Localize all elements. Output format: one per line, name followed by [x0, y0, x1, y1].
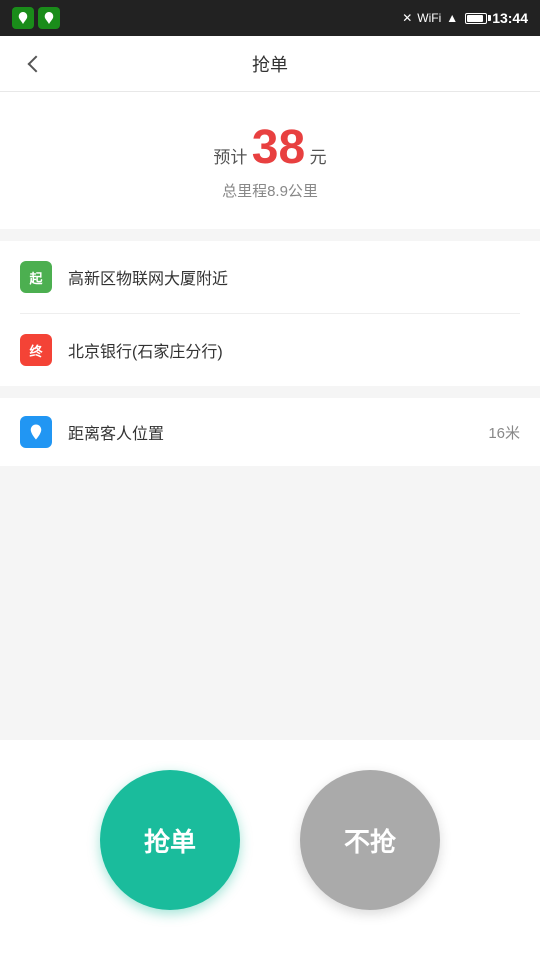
customer-distance-item: 距离客人位置 16米 — [0, 398, 540, 466]
signal-icon: ✕ — [402, 11, 412, 25]
header: 抢单 — [0, 36, 540, 92]
status-time: 13:44 — [492, 10, 528, 26]
price-unit: 元 — [310, 148, 327, 167]
app-icon-1 — [12, 7, 34, 29]
start-location-text: 高新区物联网大厦附近 — [68, 265, 520, 289]
app-icon-2 — [38, 7, 60, 29]
sim-icon: ▲ — [446, 11, 458, 25]
location-card: 起 高新区物联网大厦附近 终 北京银行(石家庄分行) — [0, 241, 540, 386]
start-icon: 起 — [20, 261, 52, 293]
location-icon — [20, 416, 52, 448]
battery-icon — [465, 13, 487, 24]
page-title: 抢单 — [252, 51, 288, 77]
end-location-text: 北京银行(石家庄分行) — [68, 338, 520, 362]
price-section: 预计 38 元 总里程8.9公里 — [0, 92, 540, 229]
price-label-prefix: 预计 — [213, 148, 247, 167]
customer-distance-label: 距离客人位置 — [68, 420, 488, 444]
reject-order-button[interactable]: 不抢 — [300, 770, 440, 910]
wifi-icon: WiFi — [417, 11, 441, 25]
total-distance: 总里程8.9公里 — [0, 180, 540, 201]
app-icons — [12, 7, 60, 29]
customer-distance-value: 16米 — [488, 422, 520, 443]
end-icon: 终 — [20, 334, 52, 366]
main-content: 预计 38 元 总里程8.9公里 起 高新区物联网大厦附近 终 北京银行(石家庄… — [0, 92, 540, 960]
price-row: 预计 38 元 — [0, 124, 540, 172]
end-location-item: 终 北京银行(石家庄分行) — [20, 314, 520, 386]
spacer — [0, 466, 540, 740]
action-buttons: 抢单 不抢 — [0, 740, 540, 960]
price-amount: 38 — [252, 121, 305, 174]
status-bar: ✕ WiFi ▲ 13:44 — [0, 0, 540, 36]
back-button[interactable] — [16, 46, 52, 82]
customer-distance-section: 距离客人位置 16米 — [0, 398, 540, 466]
grab-order-button[interactable]: 抢单 — [100, 770, 240, 910]
status-icons: ✕ WiFi ▲ 13:44 — [402, 10, 528, 26]
start-location-item: 起 高新区物联网大厦附近 — [20, 241, 520, 314]
back-icon — [28, 55, 45, 72]
